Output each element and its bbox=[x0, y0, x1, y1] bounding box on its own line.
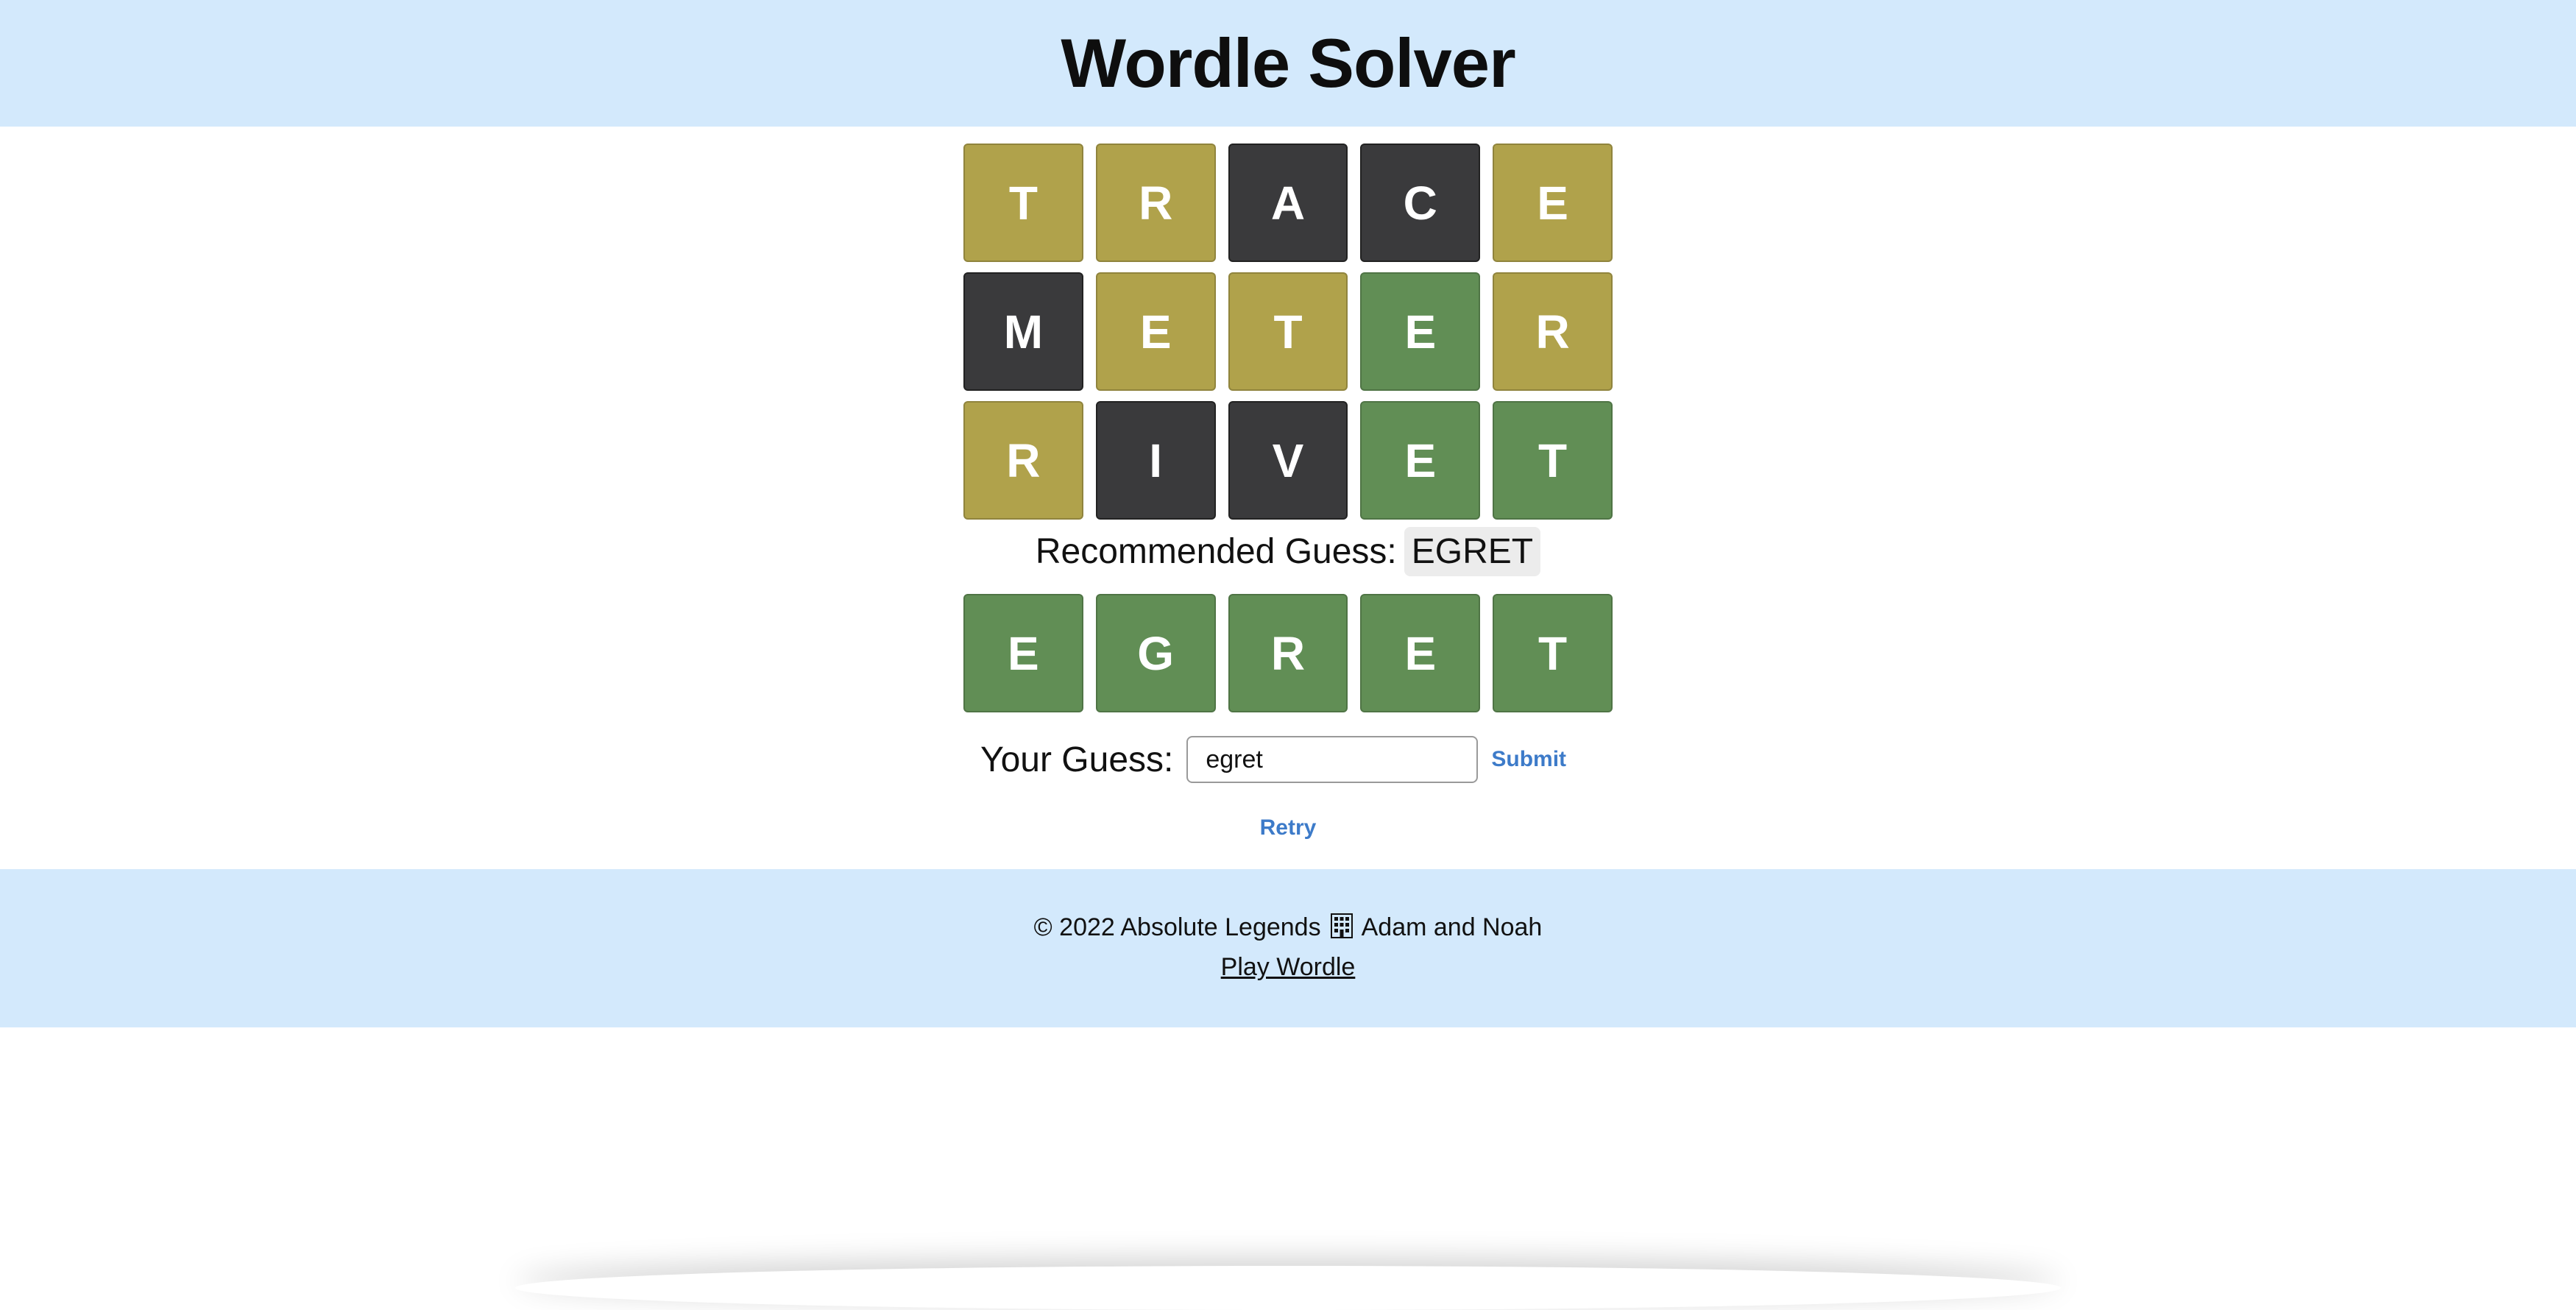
recommended-tile-correct: E bbox=[1360, 594, 1481, 712]
play-wordle-link[interactable]: Play Wordle bbox=[1221, 953, 1356, 981]
board-tile-present: E bbox=[1095, 272, 1216, 391]
recommended-tile-correct: E bbox=[963, 594, 1083, 712]
board-tile-correct: E bbox=[1360, 272, 1481, 391]
building-icon bbox=[1331, 913, 1354, 938]
window-shadow bbox=[515, 1266, 2061, 1310]
retry-container: Retry bbox=[0, 815, 2576, 840]
board-tile-absent: V bbox=[1228, 401, 1348, 520]
board-tile-present: R bbox=[1493, 272, 1613, 391]
board-row: RIVET bbox=[963, 401, 1613, 520]
recommended-guess-word: EGRET bbox=[1404, 527, 1541, 576]
footer-copyright: © 2022 Absolute Legends Adam and Noah bbox=[0, 913, 2576, 942]
recommended-row: EGRET bbox=[963, 594, 1613, 712]
recommended-board: EGRET bbox=[963, 594, 1613, 723]
retry-button[interactable]: Retry bbox=[1260, 815, 1317, 840]
copyright-prefix: © 2022 Absolute Legends bbox=[1033, 913, 1321, 941]
page-title: Wordle Solver bbox=[1061, 24, 1515, 102]
recommended-tile-correct: G bbox=[1095, 594, 1216, 712]
footer: © 2022 Absolute Legends Adam and Noah Pl… bbox=[0, 869, 2576, 1027]
board-tile-absent: C bbox=[1360, 144, 1481, 262]
board-tile-correct: E bbox=[1360, 401, 1481, 520]
board-tile-absent: A bbox=[1228, 144, 1348, 262]
guess-input[interactable] bbox=[1186, 736, 1479, 783]
board-tile-present: T bbox=[1228, 272, 1348, 391]
recommended-tile-correct: T bbox=[1493, 594, 1613, 712]
recommended-tile-correct: R bbox=[1228, 594, 1348, 712]
board-row: TRACE bbox=[963, 144, 1613, 262]
guess-form: Your Guess: Submit bbox=[0, 736, 2576, 783]
board-tile-present: R bbox=[963, 401, 1083, 520]
footer-link-container: Play Wordle bbox=[0, 953, 2576, 982]
recommended-guess-label: Recommended Guess: bbox=[1035, 532, 1397, 571]
board-tile-present: E bbox=[1493, 144, 1613, 262]
copyright-suffix: Adam and Noah bbox=[1361, 913, 1543, 941]
board-tile-correct: T bbox=[1493, 401, 1613, 520]
guess-label: Your Guess: bbox=[980, 740, 1174, 779]
submit-button[interactable]: Submit bbox=[1491, 747, 1566, 772]
guess-board: TRACEMETERRIVET bbox=[963, 144, 1613, 530]
board-tile-present: T bbox=[963, 144, 1083, 262]
board-tile-absent: I bbox=[1095, 401, 1216, 520]
header-bar: Wordle Solver bbox=[0, 0, 2576, 127]
board-row: METER bbox=[963, 272, 1613, 391]
board-tile-absent: M bbox=[963, 272, 1083, 391]
board-tile-present: R bbox=[1095, 144, 1216, 262]
recommended-guess: Recommended Guess: EGRET bbox=[0, 527, 2576, 576]
